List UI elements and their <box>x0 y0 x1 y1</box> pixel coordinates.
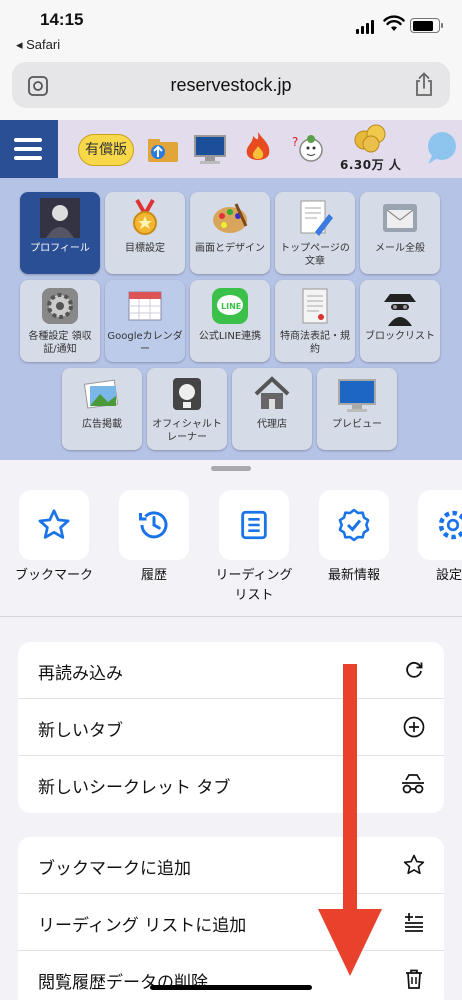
web-page-content: 有償版 ? 6.30万 人 プロフィール 目標設定 画面とデザイン トップページ… <box>0 120 462 460</box>
quick-action-label: ブックマーク <box>14 568 93 583</box>
tile-advertising[interactable]: 広告掲載 <box>62 368 142 450</box>
tile-google-calendar[interactable]: Googleカレンダー <box>105 280 185 362</box>
section-divider <box>0 616 462 617</box>
tile-label: 公式LINE連携 <box>198 331 262 342</box>
tile-line-integration[interactable]: LINE 公式LINE連携 <box>190 280 270 362</box>
medal-icon <box>133 199 157 235</box>
home-indicator[interactable] <box>150 985 312 990</box>
chat-bubble-icon[interactable] <box>420 128 462 168</box>
house-icon <box>254 376 290 409</box>
tile-label: オフィシャルトレーナー <box>152 419 222 443</box>
clock: 14:15 <box>40 10 84 29</box>
badge-check-icon <box>338 508 370 542</box>
trainer-icon <box>173 378 201 410</box>
menu-item-label: ブックマークに追加 <box>38 859 191 879</box>
tile-label: Googleカレンダー <box>107 331 183 355</box>
address-bar-area: reservestock.jp <box>0 56 462 120</box>
tile-official-trainer[interactable]: オフィシャルトレーナー <box>147 368 227 450</box>
fire-icon[interactable] <box>241 128 275 168</box>
scroll-down-arrow-annotation <box>318 664 382 976</box>
back-to-app-link[interactable]: ◂ Safari <box>16 37 60 53</box>
calendar-icon <box>128 291 162 321</box>
quick-action-settings[interactable]: 設定 <box>414 490 462 586</box>
profile-photo-icon <box>40 198 80 238</box>
history-icon <box>139 511 168 539</box>
tile-profile[interactable]: プロフィール <box>20 192 100 274</box>
tile-top-page-text[interactable]: トップページの文章 <box>275 192 355 274</box>
plus-circle-icon <box>403 716 425 738</box>
tile-label: トップページの文章 <box>280 243 350 267</box>
add-list-icon <box>405 913 423 932</box>
line-icon: LINE <box>212 288 248 324</box>
hamburger-menu-button[interactable] <box>0 120 58 178</box>
tile-goal-setting[interactable]: 目標設定 <box>105 192 185 274</box>
tile-label: ブロックリスト <box>365 331 435 342</box>
quick-action-bookmarks[interactable]: ブックマーク <box>14 490 94 586</box>
browser-menu-sheet: ブックマーク 履歴 リーディングリスト 最新情報 設定 再読み込み 新しいタブ … <box>0 460 462 1000</box>
svg-text:?: ? <box>292 135 298 149</box>
coins-icon[interactable] <box>352 122 390 154</box>
battery-icon <box>410 18 443 33</box>
palette-icon <box>213 203 248 233</box>
mail-icon <box>383 204 417 232</box>
tile-label: メール全般 <box>375 243 425 254</box>
wifi-icon <box>383 15 405 31</box>
tile-label: 画面とデザイン <box>195 243 265 254</box>
tile-label: 特商法表記・規約 <box>280 331 350 355</box>
tile-block-list[interactable]: ブロックリスト <box>360 280 440 362</box>
tile-label: 各種設定 領収証/通知 <box>28 331 92 355</box>
menu-item-label: 新しいタブ <box>38 721 123 741</box>
photo-icon <box>83 379 119 409</box>
tile-screen-design[interactable]: 画面とデザイン <box>190 192 270 274</box>
tile-label: プロフィール <box>30 243 90 254</box>
tile-agency[interactable]: 代理店 <box>232 368 312 450</box>
tile-preview[interactable]: プレビュー <box>317 368 397 450</box>
menu-item-label: リーディング リストに追加 <box>38 916 247 936</box>
spy-icon <box>384 294 416 326</box>
tile-label: 広告掲載 <box>82 419 122 430</box>
tile-label: プレビュー <box>332 419 382 430</box>
tile-legal-terms[interactable]: 特商法表記・規約 <box>275 280 355 362</box>
svg-text:LINE: LINE <box>221 302 241 311</box>
gear-icon <box>42 288 78 324</box>
tile-mail-general[interactable]: メール全般 <box>360 192 440 274</box>
star-outline-icon <box>403 854 425 875</box>
quick-action-history[interactable]: 履歴 <box>114 490 194 586</box>
reading-list-icon <box>241 510 267 540</box>
status-bar: 14:15 ◂ Safari <box>0 0 462 56</box>
contract-icon <box>302 288 328 324</box>
quick-action-label: 設定 <box>436 568 462 583</box>
tile-label: 代理店 <box>257 419 287 430</box>
quick-action-label: 履歴 <box>140 568 167 583</box>
incognito-icon <box>402 774 424 794</box>
share-icon[interactable] <box>412 72 436 98</box>
document-pen-icon <box>300 200 333 236</box>
paid-version-badge[interactable]: 有償版 <box>78 134 134 166</box>
quick-action-label: 最新情報 <box>327 568 380 583</box>
reload-icon <box>406 661 423 678</box>
monitor-icon <box>338 379 376 412</box>
gear-icon <box>438 510 462 540</box>
tile-settings-receipts[interactable]: 各種設定 領収証/通知 <box>20 280 100 362</box>
help-character-icon[interactable]: ? <box>290 128 326 168</box>
url-text[interactable]: reservestock.jp <box>12 75 450 96</box>
trash-icon <box>406 969 422 989</box>
menu-item-label: 新しいシークレット タブ <box>38 778 231 798</box>
site-header: 有償版 ? 6.30万 人 <box>0 120 462 178</box>
computer-icon[interactable] <box>193 128 227 168</box>
menu-item-label: 再読み込み <box>38 664 123 684</box>
tile-label: 目標設定 <box>125 243 165 254</box>
folder-upload-icon[interactable] <box>146 128 180 168</box>
quick-action-label: リーディングリスト <box>215 568 293 603</box>
quick-action-whats-new[interactable]: 最新情報 <box>314 490 394 586</box>
quick-action-reading-list[interactable]: リーディングリスト <box>214 490 294 606</box>
cellular-signal-icon <box>356 20 374 34</box>
star-icon <box>38 509 70 539</box>
address-bar[interactable]: reservestock.jp <box>12 62 450 108</box>
member-count: 6.30万 人 <box>340 158 402 172</box>
sheet-grabber[interactable] <box>211 466 251 471</box>
